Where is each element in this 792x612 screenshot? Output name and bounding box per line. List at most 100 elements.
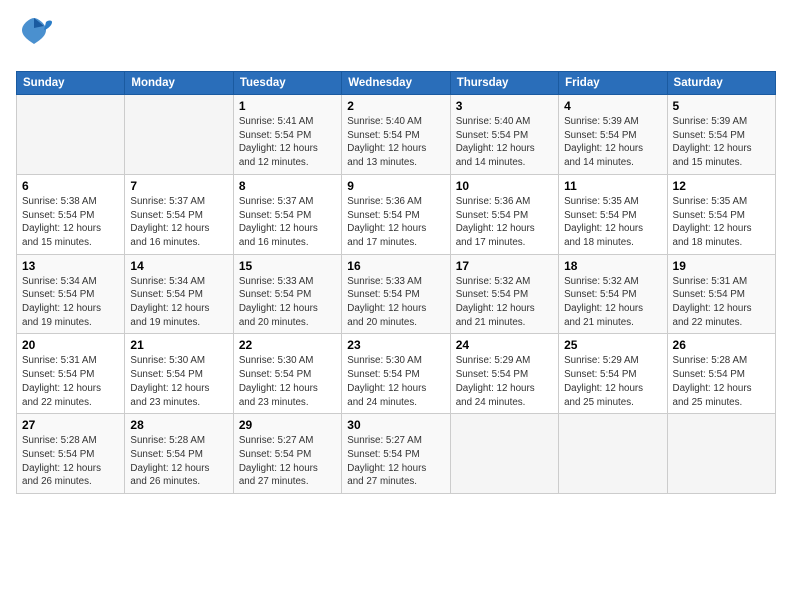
calendar-cell: 27 Sunrise: 5:28 AMSunset: 5:54 PMDayligh…: [17, 414, 125, 494]
calendar-cell: 20Sunrise: 5:31 AMSunset: 5:54 PMDayligh…: [17, 334, 125, 414]
day-info: Sunrise: 5:40 AMSunset: 5:54 PMDaylight:…: [347, 115, 444, 170]
day-info: Sunrise: 5:34 AMSunset: 5:54 PMDaylight:…: [130, 275, 227, 330]
calendar-cell: 24Sunrise: 5:29 AMSunset: 5:54 PMDayligh…: [450, 334, 558, 414]
calendar-cell: 4 Sunrise: 5:39 AMSunset: 5:54 PMDaylight…: [559, 95, 667, 175]
calendar-cell: 16 Sunrise: 5:33 AMSunset: 5:54 PMDayligh…: [342, 254, 450, 334]
calendar-cell: 13 Sunrise: 5:34 AMSunset: 5:54 PMDayligh…: [17, 254, 125, 334]
day-number: 3: [456, 99, 553, 113]
calendar-cell: 17 Sunrise: 5:32 AMSunset: 5:54 PMDayligh…: [450, 254, 558, 334]
calendar-cell: [450, 414, 558, 494]
day-number: 26: [673, 338, 770, 352]
day-number: 12: [673, 179, 770, 193]
weekday-header-wednesday: Wednesday: [342, 72, 450, 95]
calendar-cell: 12 Sunrise: 5:35 AMSunset: 5:54 PMDayligh…: [667, 174, 775, 254]
calendar-cell: 18Sunrise: 5:32 AMSunset: 5:54 PMDayligh…: [559, 254, 667, 334]
day-number: 15: [239, 259, 336, 273]
calendar-cell: 29Sunrise: 5:27 AMSunset: 5:54 PMDayligh…: [233, 414, 341, 494]
day-info: Sunrise: 5:36 AMSunset: 5:54 PMDaylight:…: [347, 195, 444, 250]
calendar-cell: 1 Sunrise: 5:41 AMSunset: 5:54 PMDaylight…: [233, 95, 341, 175]
logo-bird-icon: [16, 16, 52, 61]
weekday-header-thursday: Thursday: [450, 72, 558, 95]
day-info: Sunrise: 5:31 AMSunset: 5:54 PMDaylight:…: [22, 354, 119, 409]
calendar-cell: 2 Sunrise: 5:40 AMSunset: 5:54 PMDaylight…: [342, 95, 450, 175]
calendar-cell: 9 Sunrise: 5:36 AMSunset: 5:54 PMDaylight…: [342, 174, 450, 254]
day-number: 28: [130, 418, 227, 432]
calendar-body: 1 Sunrise: 5:41 AMSunset: 5:54 PMDaylight…: [17, 95, 776, 494]
day-info: Sunrise: 5:28 AMSunset: 5:54 PMDaylight:…: [673, 354, 770, 409]
calendar-cell: 15Sunrise: 5:33 AMSunset: 5:54 PMDayligh…: [233, 254, 341, 334]
day-info: Sunrise: 5:32 AMSunset: 5:54 PMDaylight:…: [564, 275, 661, 330]
weekday-header-saturday: Saturday: [667, 72, 775, 95]
day-info: Sunrise: 5:30 AMSunset: 5:54 PMDaylight:…: [130, 354, 227, 409]
day-number: 11: [564, 179, 661, 193]
calendar-cell: 8 Sunrise: 5:37 AMSunset: 5:54 PMDaylight…: [233, 174, 341, 254]
day-number: 22: [239, 338, 336, 352]
day-info: Sunrise: 5:29 AMSunset: 5:54 PMDaylight:…: [564, 354, 661, 409]
header: [16, 16, 776, 61]
calendar-cell: [667, 414, 775, 494]
calendar-cell: 26 Sunrise: 5:28 AMSunset: 5:54 PMDayligh…: [667, 334, 775, 414]
day-number: 25: [564, 338, 661, 352]
day-number: 14: [130, 259, 227, 273]
day-number: 5: [673, 99, 770, 113]
calendar-cell: 30Sunrise: 5:27 AMSunset: 5:54 PMDayligh…: [342, 414, 450, 494]
day-info: Sunrise: 5:40 AMSunset: 5:54 PMDaylight:…: [456, 115, 553, 170]
calendar-cell: 14 Sunrise: 5:34 AMSunset: 5:54 PMDayligh…: [125, 254, 233, 334]
calendar-cell: 3 Sunrise: 5:40 AMSunset: 5:54 PMDaylight…: [450, 95, 558, 175]
calendar-cell: 19 Sunrise: 5:31 AMSunset: 5:54 PMDayligh…: [667, 254, 775, 334]
day-number: 2: [347, 99, 444, 113]
weekday-header-sunday: Sunday: [17, 72, 125, 95]
weekday-header-row: SundayMondayTuesdayWednesdayThursdayFrid…: [17, 72, 776, 95]
day-info: Sunrise: 5:27 AMSunset: 5:54 PMDaylight:…: [239, 434, 336, 489]
day-number: 24: [456, 338, 553, 352]
logo: [16, 16, 56, 61]
weekday-header-monday: Monday: [125, 72, 233, 95]
day-info: Sunrise: 5:38 AMSunset: 5:54 PMDaylight:…: [22, 195, 119, 250]
day-info: Sunrise: 5:39 AMSunset: 5:54 PMDaylight:…: [564, 115, 661, 170]
calendar-week-3: 13 Sunrise: 5:34 AMSunset: 5:54 PMDayligh…: [17, 254, 776, 334]
day-number: 16: [347, 259, 444, 273]
day-number: 17: [456, 259, 553, 273]
calendar-cell: 22 Sunrise: 5:30 AMSunset: 5:54 PMDayligh…: [233, 334, 341, 414]
day-info: Sunrise: 5:37 AMSunset: 5:54 PMDaylight:…: [239, 195, 336, 250]
day-number: 27: [22, 418, 119, 432]
calendar-cell: 6Sunrise: 5:38 AMSunset: 5:54 PMDaylight…: [17, 174, 125, 254]
day-info: Sunrise: 5:34 AMSunset: 5:54 PMDaylight:…: [22, 275, 119, 330]
day-info: Sunrise: 5:32 AMSunset: 5:54 PMDaylight:…: [456, 275, 553, 330]
calendar-week-1: 1 Sunrise: 5:41 AMSunset: 5:54 PMDaylight…: [17, 95, 776, 175]
calendar-week-4: 20Sunrise: 5:31 AMSunset: 5:54 PMDayligh…: [17, 334, 776, 414]
day-info: Sunrise: 5:28 AMSunset: 5:54 PMDaylight:…: [22, 434, 119, 489]
day-info: Sunrise: 5:39 AMSunset: 5:54 PMDaylight:…: [673, 115, 770, 170]
day-number: 13: [22, 259, 119, 273]
day-info: Sunrise: 5:31 AMSunset: 5:54 PMDaylight:…: [673, 275, 770, 330]
day-number: 10: [456, 179, 553, 193]
calendar-cell: [125, 95, 233, 175]
calendar-week-2: 6Sunrise: 5:38 AMSunset: 5:54 PMDaylight…: [17, 174, 776, 254]
day-info: Sunrise: 5:30 AMSunset: 5:54 PMDaylight:…: [347, 354, 444, 409]
day-number: 7: [130, 179, 227, 193]
day-number: 1: [239, 99, 336, 113]
day-info: Sunrise: 5:41 AMSunset: 5:54 PMDaylight:…: [239, 115, 336, 170]
day-number: 19: [673, 259, 770, 273]
calendar-cell: 28Sunrise: 5:28 AMSunset: 5:54 PMDayligh…: [125, 414, 233, 494]
calendar-cell: 10 Sunrise: 5:36 AMSunset: 5:54 PMDayligh…: [450, 174, 558, 254]
day-info: Sunrise: 5:30 AMSunset: 5:54 PMDaylight:…: [239, 354, 336, 409]
day-info: Sunrise: 5:36 AMSunset: 5:54 PMDaylight:…: [456, 195, 553, 250]
calendar-cell: 7 Sunrise: 5:37 AMSunset: 5:54 PMDaylight…: [125, 174, 233, 254]
day-info: Sunrise: 5:37 AMSunset: 5:54 PMDaylight:…: [130, 195, 227, 250]
day-number: 30: [347, 418, 444, 432]
calendar-header: SundayMondayTuesdayWednesdayThursdayFrid…: [17, 72, 776, 95]
calendar-cell: 21Sunrise: 5:30 AMSunset: 5:54 PMDayligh…: [125, 334, 233, 414]
weekday-header-tuesday: Tuesday: [233, 72, 341, 95]
day-number: 8: [239, 179, 336, 193]
calendar-cell: [17, 95, 125, 175]
calendar-cell: 5 Sunrise: 5:39 AMSunset: 5:54 PMDaylight…: [667, 95, 775, 175]
day-number: 4: [564, 99, 661, 113]
day-number: 23: [347, 338, 444, 352]
day-number: 9: [347, 179, 444, 193]
calendar-cell: 11Sunrise: 5:35 AMSunset: 5:54 PMDayligh…: [559, 174, 667, 254]
day-info: Sunrise: 5:33 AMSunset: 5:54 PMDaylight:…: [347, 275, 444, 330]
calendar-week-5: 27 Sunrise: 5:28 AMSunset: 5:54 PMDayligh…: [17, 414, 776, 494]
day-info: Sunrise: 5:35 AMSunset: 5:54 PMDaylight:…: [673, 195, 770, 250]
calendar-cell: 25 Sunrise: 5:29 AMSunset: 5:54 PMDayligh…: [559, 334, 667, 414]
